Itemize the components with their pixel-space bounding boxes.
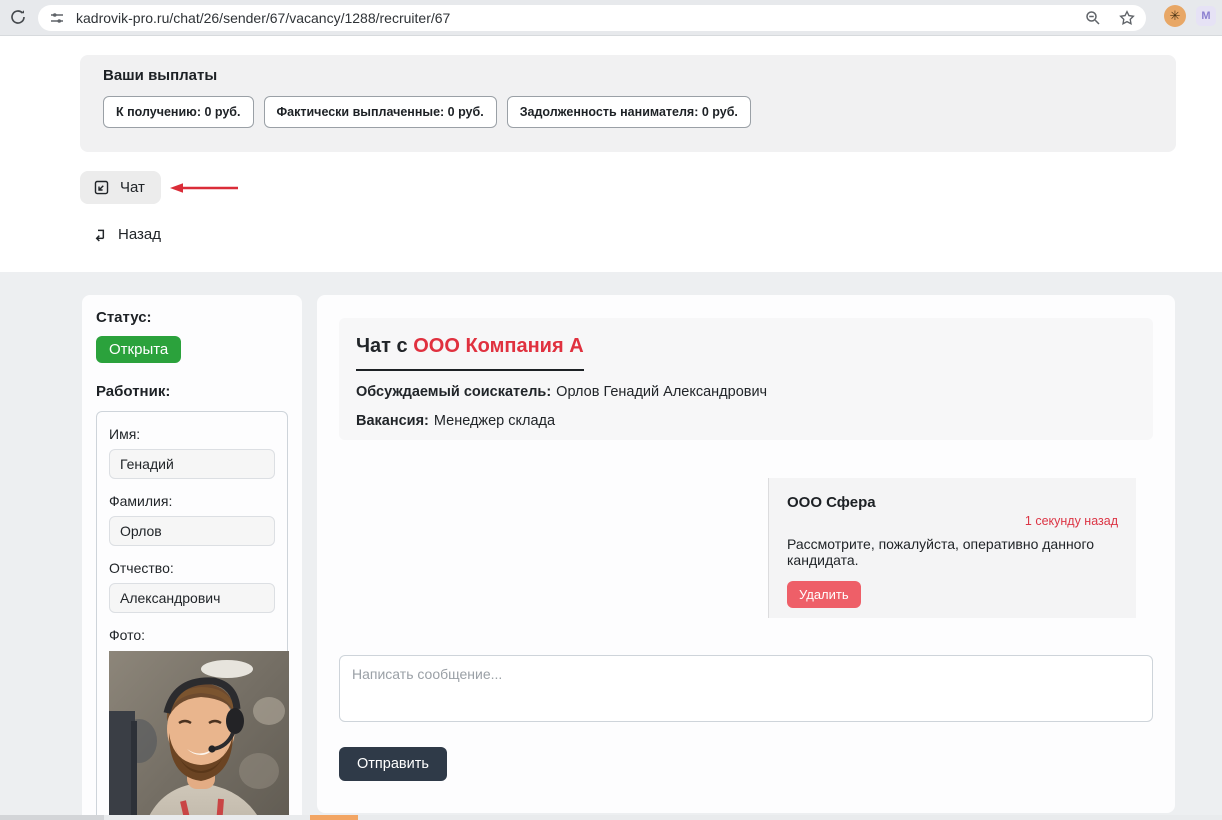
first-name-label: Имя: [109,426,275,442]
vacancy-sidebar-card: Статус: Открыта Работник: Имя: Фамилия: … [82,295,302,820]
status-label: Статус: [96,309,288,326]
bookmark-star-icon[interactable] [1118,9,1136,27]
candidate-value: Орлов Генадий Александрович [556,384,767,400]
horizontal-scrollbar-thumb[interactable] [310,815,358,820]
message-input[interactable] [339,655,1153,722]
first-name-field[interactable] [109,449,275,479]
send-button[interactable]: Отправить [339,747,447,781]
last-name-field[interactable] [109,516,275,546]
zoom-out-icon[interactable] [1084,9,1102,27]
chat-card: Чат с ООО Компания А Обсуждаемый соискат… [317,295,1175,813]
payments-title: Ваши выплаты [103,67,1153,84]
chat-header: Чат с ООО Компания А Обсуждаемый соискат… [339,318,1153,440]
url-text[interactable]: kadrovik-pro.ru/chat/26/sender/67/vacanc… [76,10,1084,26]
chat-button-label: Чат [120,179,145,196]
vacancy-value: Менеджер склада [434,413,555,429]
horizontal-scrollbar[interactable] [0,815,1222,820]
site-settings-icon[interactable] [48,9,66,27]
open-chat-icon [93,179,110,196]
browser-toolbar: kadrovik-pro.ru/chat/26/sender/67/vacanc… [0,0,1222,36]
browser-extensions: ✳ M [1164,5,1216,27]
chat-company-name: ООО Компания А [413,335,583,357]
vacancy-line: Вакансия: Менеджер склада [356,413,1136,429]
middle-name-field[interactable] [109,583,275,613]
reload-icon [9,8,27,26]
vacancy-label: Вакансия: [356,413,429,429]
delete-message-button[interactable]: Удалить [787,581,861,608]
message-text: Рассмотрите, пожалуйста, оперативно данн… [787,536,1118,568]
payments-buttons-row: К получению: 0 руб. Фактически выплаченн… [103,96,1153,128]
last-name-label: Фамилия: [109,493,275,509]
chat-toggle-button[interactable]: Чат [80,171,161,204]
extension-purple-icon[interactable]: M [1196,6,1216,26]
chat-title: Чат с ООО Компания А [356,335,584,371]
worker-details-box: Имя: Фамилия: Отчество: Фото: [96,411,288,820]
back-label: Назад [118,226,161,243]
address-bar-actions [1084,9,1136,27]
page-main-section: Статус: Открыта Работник: Имя: Фамилия: … [0,272,1222,820]
back-return-icon [92,227,108,243]
chat-title-prefix: Чат с [356,335,408,357]
middle-name-label: Отчество: [109,560,275,576]
back-button[interactable]: Назад [92,226,161,243]
candidate-line: Обсуждаемый соискатель: Орлов Генадий Але… [356,384,1136,400]
worker-photo [109,651,289,820]
reload-icon[interactable] [6,6,30,30]
extension-orange-icon[interactable]: ✳ [1164,5,1186,27]
horizontal-scrollbar-shade [0,815,104,820]
message-timestamp: 1 секунду назад [787,514,1118,528]
message-author: ООО Сфера [787,494,1118,511]
payment-employer-debt-button[interactable]: Задолженность нанимателя: 0 руб. [507,96,751,128]
worker-label: Работник: [96,383,288,400]
status-badge[interactable]: Открыта [96,336,181,363]
candidate-label: Обсуждаемый соискатель: [356,384,551,400]
chat-message: ООО Сфера 1 секунду назад Рассмотрите, п… [768,478,1136,618]
page-top-section: Ваши выплаты К получению: 0 руб. Фактиче… [0,36,1222,272]
payment-actually-paid-button[interactable]: Фактически выплаченные: 0 руб. [264,96,497,128]
payments-panel: Ваши выплаты К получению: 0 руб. Фактиче… [80,55,1176,152]
payment-to-receive-button[interactable]: К получению: 0 руб. [103,96,254,128]
worker-photo-image [109,651,289,820]
photo-label: Фото: [109,627,275,643]
annotation-arrow-icon [170,182,240,194]
address-bar[interactable]: kadrovik-pro.ru/chat/26/sender/67/vacanc… [38,5,1146,31]
app-screen: kadrovik-pro.ru/chat/26/sender/67/vacanc… [0,0,1222,820]
